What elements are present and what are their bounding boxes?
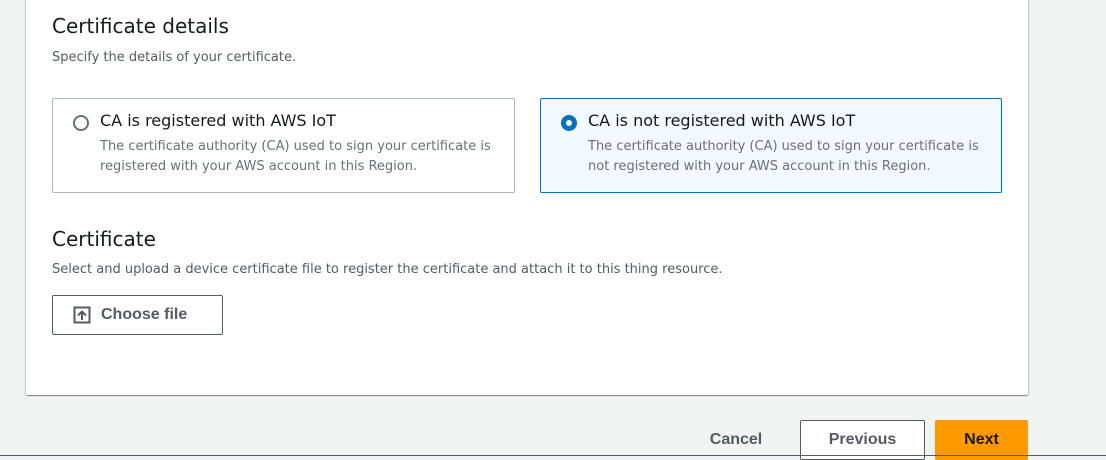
certificate-panel: Certificate details Specify the details …: [26, 0, 1028, 395]
option-ca-registered-description: The certificate authority (CA) used to s…: [100, 139, 491, 174]
choose-file-button[interactable]: Choose file: [52, 295, 223, 335]
radio-ca-not-registered[interactable]: [561, 115, 577, 131]
option-ca-registered[interactable]: CA is registered with AWS IoT The certif…: [52, 98, 515, 193]
option-ca-not-registered-description: The certificate authority (CA) used to s…: [588, 139, 979, 174]
option-ca-registered-label: CA is registered with AWS IoT: [100, 111, 336, 130]
certificate-details-description: Specify the details of your certificate.: [52, 50, 297, 65]
certificate-title: Certificate: [52, 227, 156, 251]
choose-file-label: Choose file: [101, 306, 188, 323]
radio-ca-registered[interactable]: [73, 115, 89, 131]
next-button[interactable]: Next: [935, 420, 1028, 460]
option-ca-not-registered-label: CA is not registered with AWS IoT: [588, 111, 856, 130]
previous-button[interactable]: Previous: [800, 420, 925, 460]
certificate-details-title: Certificate details: [52, 14, 229, 38]
upload-icon: [73, 306, 91, 324]
cancel-button[interactable]: Cancel: [688, 420, 784, 460]
option-ca-not-registered[interactable]: CA is not registered with AWS IoT The ce…: [540, 98, 1002, 193]
certificate-description: Select and upload a device certificate f…: [52, 262, 723, 277]
